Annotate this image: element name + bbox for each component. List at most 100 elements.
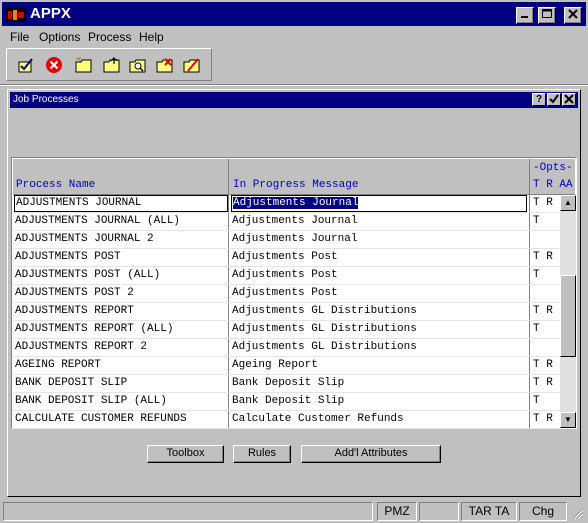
process-name-cell[interactable]: ADJUSTMENTS JOURNAL 2 [15,233,154,245]
process-name-cell[interactable]: ADJUSTMENTS REPORT [15,305,134,317]
subwindow-title-bar: Job Processes ? [10,92,578,108]
header-process-name: Process Name [16,179,96,191]
process-name-cell[interactable]: BANK DEPOSIT SLIP [15,377,127,389]
opts-cell: T R [533,251,553,263]
toolbox-button[interactable]: Toolbox [147,445,224,463]
table-row[interactable]: BANK DEPOSIT SLIP (ALL) Bank Deposit Sli… [13,393,560,411]
clear-folder-icon[interactable] [183,56,201,74]
ok-check-icon[interactable] [17,56,35,74]
status-pane-empty [419,502,459,521]
opts-cell: T [533,395,540,407]
header-opts-columns: T R AA [533,179,573,191]
message-cell[interactable]: Adjustments GL Distributions [232,305,417,317]
delete-folder-icon[interactable] [156,56,174,74]
open-folder-icon[interactable] [103,56,121,74]
status-pane-mode: Chg [519,502,567,521]
maximize-button[interactable] [538,7,556,24]
message-cell[interactable]: Adjustments Journal [231,195,527,212]
process-table: Process Name In Progress Message -Opts- … [11,157,577,429]
toolbar [6,48,212,81]
process-name-cell[interactable]: ADJUSTMENTS POST (ALL) [15,269,160,281]
scroll-up-button[interactable]: ▲ [560,195,576,211]
title-bar: APPX [0,0,588,28]
message-cell[interactable]: Ageing Report [232,359,318,371]
menu-options[interactable]: Options [39,30,80,44]
subwindow-close-button[interactable] [562,93,576,106]
column-divider [529,159,530,195]
process-name-cell[interactable]: ADJUSTMENTS JOURNAL [14,195,228,212]
minimize-button[interactable] [516,7,534,24]
message-cell[interactable]: Adjustments Post [232,251,338,263]
header-message: In Progress Message [233,179,359,191]
process-name-cell[interactable]: AGEING REPORT [15,359,101,371]
help-button[interactable]: ? [532,93,546,106]
checkmark-icon [549,94,559,104]
opts-cell: T R [533,377,553,389]
message-cell[interactable]: Bank Deposit Slip [232,395,344,407]
menu-help[interactable]: Help [139,30,164,44]
process-name-cell[interactable]: CALCULATE CUSTOMER REFUNDS [15,413,187,425]
table-row[interactable]: ADJUSTMENTS JOURNAL Adjustments Journal … [13,195,560,213]
menu-process[interactable]: Process [88,30,131,44]
process-name-cell[interactable]: ADJUSTMENTS JOURNAL (ALL) [15,215,180,227]
message-cell[interactable]: Adjustments GL Distributions [232,323,417,335]
header-opts: -Opts- [533,162,573,174]
column-divider [228,159,229,195]
scroll-thumb[interactable] [560,275,576,357]
process-name-cell[interactable]: ADJUSTMENTS POST 2 [15,287,134,299]
close-icon [568,9,578,19]
opts-cell: T R [533,197,553,209]
message-cell[interactable]: Calculate Customer Refunds [232,413,404,425]
message-cell[interactable]: Adjustments GL Distributions [232,341,417,353]
process-name-cell[interactable]: BANK DEPOSIT SLIP (ALL) [15,395,167,407]
opts-cell: T R [533,305,553,317]
table-row[interactable]: ADJUSTMENTS REPORT Adjustments GL Distri… [13,303,560,321]
status-bar: PMZ TAR TA Chg [0,500,588,523]
close-button[interactable] [564,7,582,24]
table-row[interactable]: ADJUSTMENTS JOURNAL 2 Adjustments Journa… [13,231,560,249]
status-pane-message [3,502,373,521]
opts-cell: T [533,215,540,227]
process-name-cell[interactable]: ADJUSTMENTS REPORT (ALL) [15,323,173,335]
table-body: ADJUSTMENTS JOURNAL Adjustments Journal … [13,195,560,429]
opts-cell: T [533,323,540,335]
message-cell[interactable]: Bank Deposit Slip [232,377,344,389]
table-row[interactable]: ADJUSTMENTS REPORT (ALL) Adjustments GL … [13,321,560,339]
accept-button[interactable] [547,93,561,106]
resize-grip-icon[interactable] [570,506,584,520]
table-header: Process Name In Progress Message -Opts- … [13,159,575,195]
table-row[interactable]: ADJUSTMENTS REPORT 2 Adjustments GL Dist… [13,339,560,357]
cancel-icon[interactable] [45,56,63,74]
table-row[interactable]: ADJUSTMENTS POST (ALL) Adjustments Post … [13,267,560,285]
table-row[interactable]: CALCULATE CUSTOMER REFUNDS Calculate Cus… [13,411,560,429]
find-folder-icon[interactable] [129,56,147,74]
scroll-down-button[interactable]: ▼ [560,412,576,428]
vertical-scrollbar[interactable]: ▲ ▼ [560,195,576,428]
status-pane-pmz: PMZ [377,502,417,521]
table-row[interactable]: ADJUSTMENTS POST 2 Adjustments Post [13,285,560,303]
message-cell[interactable]: Adjustments Journal [232,233,357,245]
menu-file[interactable]: File [10,30,29,44]
message-cell[interactable]: Adjustments Post [232,287,338,299]
window-title: APPX [30,5,71,22]
table-row[interactable]: AGEING REPORT Ageing Report T R [13,357,560,375]
message-cell[interactable]: Adjustments Post [232,269,338,281]
opts-cell: T R [533,413,553,425]
additional-attributes-button[interactable]: Add'l Attributes [301,445,441,463]
process-name-cell[interactable]: ADJUSTMENTS POST [15,251,121,263]
message-text: Adjustments Journal [233,197,359,209]
process-name-cell[interactable]: ADJUSTMENTS REPORT 2 [15,341,147,353]
close-icon [564,94,574,104]
rules-button[interactable]: Rules [233,445,291,463]
table-row[interactable]: ADJUSTMENTS POST Adjustments Post T R [13,249,560,267]
question-icon: ? [535,94,543,105]
table-row[interactable]: BANK DEPOSIT SLIP Bank Deposit Slip T R [13,375,560,393]
table-row[interactable]: ADJUSTMENTS JOURNAL (ALL) Adjustments Jo… [13,213,560,231]
new-folder-icon[interactable] [75,56,93,74]
appx-logo-icon [6,8,26,22]
subwindow-title: Job Processes [13,94,79,105]
message-cell[interactable]: Adjustments Journal [232,215,357,227]
job-processes-window: Job Processes ? Process Name In Progress… [7,89,581,497]
arrow-down-icon: ▼ [564,415,572,424]
status-pane-tar: TAR TA [461,502,517,521]
